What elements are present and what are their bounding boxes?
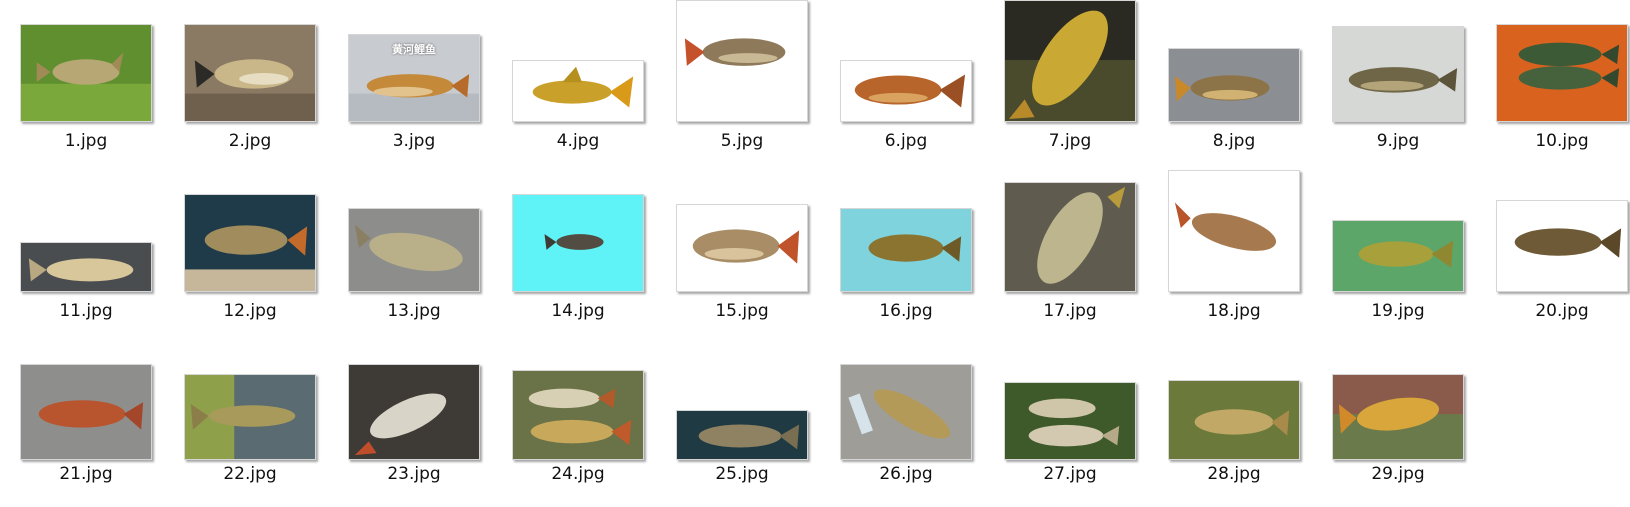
file-thumbnail-6 — [840, 60, 972, 122]
file-thumbnail-8 — [1168, 48, 1300, 122]
file-name-20: 20.jpg — [1535, 301, 1589, 321]
file-item-19[interactable]: 19.jpg — [1326, 170, 1476, 340]
file-name-18: 18.jpg — [1207, 301, 1261, 321]
file-name-24: 24.jpg — [551, 464, 605, 484]
file-name-2: 2.jpg — [228, 131, 272, 151]
file-thumbnail-9 — [1332, 26, 1464, 122]
file-name-8: 8.jpg — [1212, 131, 1256, 151]
file-thumbnail-29 — [1332, 374, 1464, 460]
file-name-25: 25.jpg — [715, 464, 769, 484]
file-item-13[interactable]: 13.jpg — [342, 170, 492, 340]
file-thumbnail-11 — [20, 242, 152, 292]
file-thumbnail-16 — [840, 208, 972, 292]
file-thumbnail-19 — [1332, 220, 1464, 292]
file-thumbnail-21 — [20, 364, 152, 460]
file-name-9: 9.jpg — [1376, 131, 1420, 151]
file-item-16[interactable]: 16.jpg — [834, 170, 984, 340]
file-item-11[interactable]: 11.jpg — [14, 170, 164, 340]
file-name-26: 26.jpg — [879, 464, 933, 484]
file-item-26[interactable]: 26.jpg — [834, 340, 984, 507]
file-item-5[interactable]: 5.jpg — [670, 0, 820, 170]
file-name-7: 7.jpg — [1048, 131, 1092, 151]
file-name-28: 28.jpg — [1207, 464, 1261, 484]
file-item-15[interactable]: 15.jpg — [670, 170, 820, 340]
file-thumbnail-23 — [348, 364, 480, 460]
file-thumbnail-15 — [676, 204, 808, 292]
file-item-1[interactable]: 1.jpg — [14, 0, 164, 170]
file-item-18[interactable]: 18.jpg — [1162, 170, 1312, 340]
file-thumbnail-4 — [512, 60, 644, 122]
file-item-7[interactable]: 7.jpg — [998, 0, 1148, 170]
file-item-17[interactable]: 17.jpg — [998, 170, 1148, 340]
file-thumbnail-17 — [1004, 182, 1136, 292]
file-name-1: 1.jpg — [64, 131, 108, 151]
file-name-4: 4.jpg — [556, 131, 600, 151]
file-name-27: 27.jpg — [1043, 464, 1097, 484]
file-name-11: 11.jpg — [59, 301, 113, 321]
file-item-4[interactable]: 4.jpg — [506, 0, 656, 170]
file-item-3[interactable]: 黄河鲤鱼 3.jpg — [342, 0, 492, 170]
file-thumbnail-28 — [1168, 380, 1300, 460]
file-name-10: 10.jpg — [1535, 131, 1589, 151]
file-name-22: 22.jpg — [223, 464, 277, 484]
file-thumbnail-grid: 1.jpg 2.jpg 黄河鲤鱼 3.jpg 4.jpg 5.jpg 6.jpg… — [0, 0, 1630, 507]
file-name-14: 14.jpg — [551, 301, 605, 321]
file-item-9[interactable]: 9.jpg — [1326, 0, 1476, 170]
file-thumbnail-14 — [512, 194, 644, 292]
file-name-5: 5.jpg — [720, 131, 764, 151]
file-thumbnail-3: 黄河鲤鱼 — [348, 34, 480, 122]
file-item-24[interactable]: 24.jpg — [506, 340, 656, 507]
file-name-6: 6.jpg — [884, 131, 928, 151]
file-thumbnail-13 — [348, 208, 480, 292]
file-name-15: 15.jpg — [715, 301, 769, 321]
file-name-29: 29.jpg — [1371, 464, 1425, 484]
file-item-8[interactable]: 8.jpg — [1162, 0, 1312, 170]
file-thumbnail-1 — [20, 24, 152, 122]
file-item-28[interactable]: 28.jpg — [1162, 340, 1312, 507]
file-item-27[interactable]: 27.jpg — [998, 340, 1148, 507]
file-item-2[interactable]: 2.jpg — [178, 0, 328, 170]
file-item-29[interactable]: 29.jpg — [1326, 340, 1476, 507]
file-item-22[interactable]: 22.jpg — [178, 340, 328, 507]
file-thumbnail-10 — [1496, 24, 1628, 122]
file-thumbnail-20 — [1496, 200, 1628, 292]
file-item-14[interactable]: 14.jpg — [506, 170, 656, 340]
file-thumbnail-12 — [184, 194, 316, 292]
file-item-10[interactable]: 10.jpg — [1490, 0, 1630, 170]
thumbnail-watermark-text: 黄河鲤鱼 — [392, 43, 436, 56]
file-thumbnail-2 — [184, 24, 316, 122]
file-name-3: 3.jpg — [392, 131, 436, 151]
file-thumbnail-25 — [676, 410, 808, 460]
file-thumbnail-22 — [184, 374, 316, 460]
file-item-21[interactable]: 21.jpg — [14, 340, 164, 507]
file-name-21: 21.jpg — [59, 464, 113, 484]
file-item-12[interactable]: 12.jpg — [178, 170, 328, 340]
file-name-13: 13.jpg — [387, 301, 441, 321]
file-name-23: 23.jpg — [387, 464, 441, 484]
file-item-20[interactable]: 20.jpg — [1490, 170, 1630, 340]
file-thumbnail-18 — [1168, 170, 1300, 292]
file-thumbnail-26 — [840, 364, 972, 460]
file-item-23[interactable]: 23.jpg — [342, 340, 492, 507]
file-item-6[interactable]: 6.jpg — [834, 0, 984, 170]
file-item-25[interactable]: 25.jpg — [670, 340, 820, 507]
file-name-12: 12.jpg — [223, 301, 277, 321]
file-thumbnail-7 — [1004, 0, 1136, 122]
file-thumbnail-27 — [1004, 382, 1136, 460]
file-name-16: 16.jpg — [879, 301, 933, 321]
file-name-17: 17.jpg — [1043, 301, 1097, 321]
file-thumbnail-5 — [676, 0, 808, 122]
file-thumbnail-24 — [512, 370, 644, 460]
file-name-19: 19.jpg — [1371, 301, 1425, 321]
